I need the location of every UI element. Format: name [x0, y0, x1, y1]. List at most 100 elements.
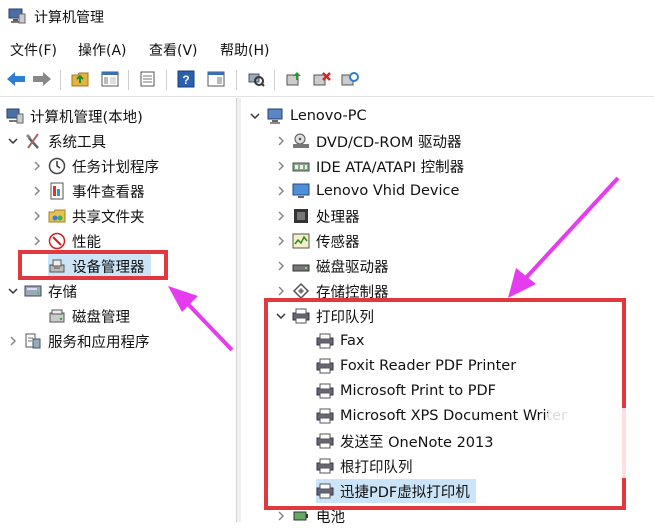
chevron-down-icon[interactable] — [248, 109, 262, 123]
printer-icon — [316, 482, 334, 500]
device-category[interactable]: 存储控制器 — [274, 279, 389, 303]
event-viewer-icon — [48, 182, 66, 200]
battery-icon — [292, 507, 310, 525]
tree-item-disk-management[interactable]: 磁盘管理 — [48, 304, 130, 328]
chevron-right-icon[interactable] — [274, 184, 288, 198]
title-bar: 计算机管理 — [0, 0, 654, 34]
toolbar-separator — [236, 70, 237, 90]
printer-icon — [316, 457, 334, 475]
back-arrow-icon[interactable] — [6, 69, 26, 89]
printer-icon — [292, 307, 310, 325]
monitor-icon — [292, 182, 310, 200]
chevron-right-icon[interactable] — [274, 284, 288, 298]
toolbar-separator — [166, 70, 167, 90]
up-folder-icon[interactable] — [70, 69, 90, 89]
scan-hardware-icon[interactable] — [246, 69, 266, 89]
menu-file[interactable]: 文件(F) — [10, 40, 57, 60]
tree-item-performance[interactable]: 性能 — [30, 229, 101, 253]
chevron-right-icon[interactable] — [274, 234, 288, 248]
tree-item-shared-folders[interactable]: 共享文件夹 — [30, 204, 145, 228]
menu-help[interactable]: 帮助(H) — [220, 40, 269, 60]
chevron-down-icon[interactable] — [274, 309, 288, 323]
show-hide-tree-icon[interactable] — [100, 69, 120, 89]
help-icon[interactable]: ? — [176, 69, 196, 89]
window-title: 计算机管理 — [34, 10, 104, 26]
svg-text:?: ? — [182, 73, 189, 87]
chevron-right-icon[interactable] — [30, 184, 44, 198]
device-manager-icon — [48, 257, 66, 275]
storage-icon — [24, 282, 42, 300]
ide-controller-icon — [292, 157, 310, 175]
toolbar-separator — [128, 70, 129, 90]
clock-icon — [48, 157, 66, 175]
toolbar-separator — [274, 70, 275, 90]
computer-management-icon — [8, 8, 26, 24]
chevron-right-icon[interactable] — [274, 134, 288, 148]
processor-icon — [292, 207, 310, 225]
printer-icon — [316, 332, 334, 350]
printer-icon — [316, 382, 334, 400]
toolbar-separator — [60, 70, 61, 90]
chevron-right-icon[interactable] — [274, 209, 288, 223]
tree-item-device-manager[interactable]: 设备管理器 — [48, 254, 151, 278]
enable-device-icon[interactable] — [340, 69, 360, 89]
printer-item[interactable]: 根打印队列 — [316, 454, 413, 478]
dvd-drive-icon — [292, 132, 310, 150]
menu-action[interactable]: 操作(A) — [78, 40, 127, 60]
device-category[interactable]: 处理器 — [274, 204, 360, 228]
printer-item[interactable]: Microsoft Print to PDF — [316, 379, 496, 403]
watermark-area — [548, 408, 638, 478]
computer-management-icon — [6, 107, 24, 125]
printer-item[interactable]: Microsoft XPS Document Writer — [316, 404, 567, 428]
printer-icon — [316, 432, 334, 450]
computer-icon — [266, 107, 284, 125]
device-category[interactable]: 传感器 — [274, 229, 360, 253]
tools-icon — [24, 132, 42, 150]
device-category-print-queue[interactable]: 打印队列 — [274, 304, 374, 328]
device-category-battery[interactable]: 电池 — [274, 504, 345, 528]
device-category[interactable]: Lenovo Vhid Device — [274, 179, 459, 203]
uninstall-device-icon[interactable] — [312, 69, 332, 89]
properties-pane-icon[interactable] — [206, 69, 226, 89]
device-category[interactable]: IDE ATA/ATAPI 控制器 — [274, 154, 464, 178]
chevron-right-icon[interactable] — [274, 509, 288, 523]
chevron-right-icon[interactable] — [274, 159, 288, 173]
chevron-right-icon[interactable] — [274, 259, 288, 273]
device-category[interactable]: DVD/CD-ROM 驱动器 — [274, 129, 462, 153]
tree-item-system-tools[interactable]: 系统工具 — [6, 129, 106, 153]
forward-arrow-icon[interactable] — [32, 69, 52, 89]
navigation-tree: 计算机管理(本地) 系统工具 任务计划程序 事件查看器 共享文件夹 性能 设备管… — [0, 98, 237, 522]
chevron-right-icon[interactable] — [30, 234, 44, 248]
chevron-right-icon[interactable] — [30, 159, 44, 173]
export-list-icon[interactable] — [138, 69, 158, 89]
tree-root[interactable]: 计算机管理(本地) — [6, 104, 143, 128]
tree-item-event-viewer[interactable]: 事件查看器 — [30, 179, 145, 203]
chevron-right-icon[interactable] — [30, 209, 44, 223]
chevron-right-icon[interactable] — [6, 334, 20, 348]
tree-root-label: 计算机管理(本地) — [30, 109, 143, 126]
chevron-down-icon[interactable] — [6, 134, 20, 148]
services-icon — [24, 332, 42, 350]
printer-item[interactable]: 发送至 OneNote 2013 — [316, 429, 493, 453]
disk-management-icon — [48, 307, 66, 325]
tree-item-task-scheduler[interactable]: 任务计划程序 — [30, 154, 159, 178]
tree-item-storage[interactable]: 存储 — [6, 279, 77, 303]
printer-icon — [316, 407, 334, 425]
toolbar: ? — [0, 64, 654, 97]
menu-bar: 文件(F) 操作(A) 查看(V) 帮助(H) — [0, 36, 654, 62]
device-tree-root[interactable]: Lenovo-PC — [248, 104, 367, 128]
performance-icon — [48, 232, 66, 250]
menu-view[interactable]: 查看(V) — [149, 40, 198, 60]
storage-controller-icon — [292, 282, 310, 300]
chevron-down-icon[interactable] — [6, 284, 20, 298]
printer-item[interactable]: Fax — [316, 329, 364, 353]
tree-item-services-apps[interactable]: 服务和应用程序 — [6, 329, 150, 353]
device-category[interactable]: 磁盘驱动器 — [274, 254, 389, 278]
printer-icon — [316, 357, 334, 375]
printer-item[interactable]: 迅捷PDF虚拟打印机 — [316, 479, 476, 503]
printer-item[interactable]: Foxit Reader PDF Printer — [316, 354, 516, 378]
update-driver-icon[interactable] — [284, 69, 304, 89]
shared-folder-icon — [48, 207, 66, 225]
sensor-icon — [292, 232, 310, 250]
disk-drive-icon — [292, 257, 310, 275]
